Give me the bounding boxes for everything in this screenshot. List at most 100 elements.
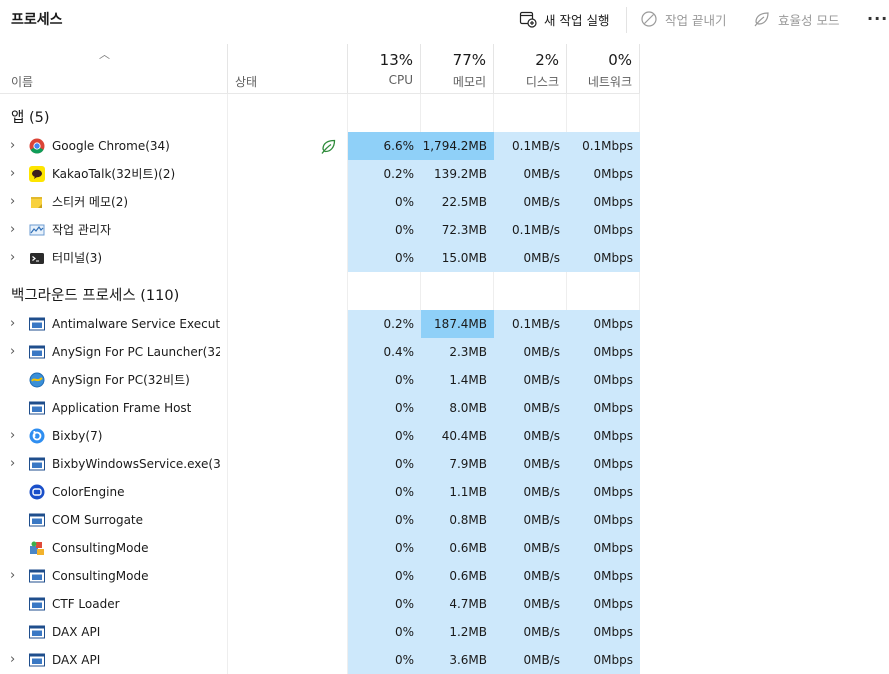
disk-value: 0MB/s: [494, 534, 567, 562]
header-memory-label: 메모리: [452, 75, 486, 89]
efficiency-mode-label: 효율성 모드: [778, 12, 840, 28]
process-name: ConsultingMode: [52, 569, 149, 583]
chevron-right-icon[interactable]: ›: [10, 132, 22, 160]
cpu-value: 0.4%: [348, 338, 421, 366]
network-value: 0.1Mbps: [567, 132, 640, 160]
process-row[interactable]: › ConsultingMode 0% 0.6MB 0MB/s 0Mbps: [0, 562, 640, 590]
consulting-icon: [29, 540, 45, 556]
group-header-apps: 앱 (5): [11, 110, 50, 126]
header-cpu[interactable]: 13% CPU: [348, 44, 421, 94]
chevron-right-icon[interactable]: ›: [10, 244, 22, 272]
process-row[interactable]: Application Frame Host 0% 8.0MB 0MB/s 0Mbps: [0, 394, 640, 422]
process-name: 스티커 메모(2): [52, 195, 129, 209]
new-task-icon: [519, 10, 537, 28]
memory-value: 22.5MB: [421, 188, 494, 216]
process-row[interactable]: › Bixby(7) 0% 40.4MB 0MB/s 0Mbps: [0, 422, 640, 450]
disk-value: 0MB/s: [494, 618, 567, 646]
page-title: 프로세스: [11, 12, 63, 28]
toolbar-divider: [626, 7, 627, 33]
disk-value: 0MB/s: [494, 422, 567, 450]
cpu-value: 0%: [348, 450, 421, 478]
cpu-value: 0.2%: [348, 310, 421, 338]
chevron-right-icon[interactable]: ›: [10, 450, 22, 478]
disk-value: 0MB/s: [494, 394, 567, 422]
disk-value: 0MB/s: [494, 160, 567, 188]
header-disk[interactable]: 2% 디스크: [494, 44, 567, 94]
chevron-right-icon[interactable]: ›: [10, 310, 22, 338]
header-network[interactable]: 0% 네트워크: [567, 44, 640, 94]
network-value: 0Mbps: [567, 338, 640, 366]
new-task-button[interactable]: 새 작업 실행: [519, 8, 609, 30]
header-name[interactable]: ︿ 이름: [0, 44, 228, 94]
chevron-right-icon[interactable]: ›: [10, 422, 22, 450]
column-header: ︿ 이름 상태 13% CPU 77% 메모리 2% 디스크 0% 네트워크: [0, 44, 889, 94]
network-value: 0Mbps: [567, 422, 640, 450]
chevron-right-icon[interactable]: ›: [10, 160, 22, 188]
network-total: 0%: [608, 51, 632, 69]
sort-ascending-icon: ︿: [99, 48, 110, 61]
memory-value: 1.2MB: [421, 618, 494, 646]
process-row[interactable]: › BixbyWindowsService.exe(32... 0%7.9MB0MB…: [0, 450, 640, 478]
disk-value: 0.1MB/s: [494, 216, 567, 244]
disk-value: 0MB/s: [494, 450, 567, 478]
chevron-right-icon[interactable]: ›: [10, 216, 22, 244]
network-value: 0Mbps: [567, 160, 640, 188]
process-name: ColorEngine: [52, 485, 125, 499]
process-row[interactable]: › Antimalware Service Executa... 0.2%187.4…: [0, 310, 640, 338]
group-header-background: 백그라운드 프로세스 (110): [11, 288, 180, 304]
leaf-icon: [753, 10, 771, 28]
disk-total: 2%: [535, 51, 559, 69]
end-task-label: 작업 끝내기: [665, 12, 727, 28]
memory-value: 8.0MB: [421, 394, 494, 422]
process-name: 터미널(3): [52, 251, 103, 265]
disk-value: 0MB/s: [494, 478, 567, 506]
end-task-button[interactable]: 작업 끝내기: [640, 8, 726, 30]
process-row[interactable]: › Google Chrome(34) 6.6% 1,794.2MB 0.1MB/s 0.…: [0, 132, 640, 160]
network-value: 0Mbps: [567, 534, 640, 562]
window-icon: [29, 624, 45, 640]
process-name: Application Frame Host: [52, 401, 192, 415]
efficiency-mode-button[interactable]: 효율성 모드: [753, 8, 839, 30]
process-name: Antimalware Service Executa...: [52, 317, 220, 331]
process-name: Google Chrome(34): [52, 139, 170, 153]
network-value: 0Mbps: [567, 478, 640, 506]
process-row[interactable]: › 터미널(3) 0% 15.0MB 0MB/s 0Mbps: [0, 244, 640, 272]
cpu-value: 0%: [348, 366, 421, 394]
process-row[interactable]: › 스티커 메모(2) 0% 22.5MB 0MB/s 0Mbps: [0, 188, 640, 216]
process-row[interactable]: › DAX API 0% 3.6MB 0MB/s 0Mbps: [0, 646, 640, 674]
window-icon: [29, 512, 45, 528]
network-value: 0Mbps: [567, 646, 640, 674]
cpu-value: 0%: [348, 534, 421, 562]
memory-value: 3.6MB: [421, 646, 494, 674]
process-row[interactable]: CTF Loader 0% 4.7MB 0MB/s 0Mbps: [0, 590, 640, 618]
process-row[interactable]: ColorEngine 0% 1.1MB 0MB/s 0Mbps: [0, 478, 640, 506]
process-row[interactable]: › KakaoTalk(32비트)(2) 0.2% 139.2MB 0MB/s 0Mbps: [0, 160, 640, 188]
process-name: CTF Loader: [52, 597, 120, 611]
chevron-right-icon[interactable]: ›: [10, 562, 22, 590]
window-icon: [29, 316, 45, 332]
process-row[interactable]: AnySign For PC(32비트) 0% 1.4MB 0MB/s 0Mbps: [0, 366, 640, 394]
command-bar: 프로세스 새 작업 실행 작업 끝내기 효율성 모드 ···: [0, 0, 889, 40]
process-row[interactable]: › AnySign For PC Launcher(32... 0.4% 2.3MB 0…: [0, 338, 640, 366]
cpu-value: 0%: [348, 618, 421, 646]
process-name: AnySign For PC Launcher(32...: [52, 345, 220, 359]
chevron-right-icon[interactable]: ›: [10, 646, 22, 674]
chevron-right-icon[interactable]: ›: [10, 188, 22, 216]
disk-value: 0.1MB/s: [494, 132, 567, 160]
process-row[interactable]: DAX API 0% 1.2MB 0MB/s 0Mbps: [0, 618, 640, 646]
header-memory[interactable]: 77% 메모리: [421, 44, 494, 94]
process-row[interactable]: › 작업 관리자 0% 72.3MB 0.1MB/s 0Mbps: [0, 216, 640, 244]
header-status[interactable]: 상태: [228, 44, 348, 94]
cpu-value: 0%: [348, 244, 421, 272]
process-name: KakaoTalk(32비트)(2): [52, 167, 176, 181]
network-value: 0Mbps: [567, 450, 640, 478]
network-value: 0Mbps: [567, 366, 640, 394]
process-row[interactable]: ConsultingMode 0% 0.6MB 0MB/s 0Mbps: [0, 534, 640, 562]
window-icon: [29, 652, 45, 668]
more-options-button[interactable]: ···: [867, 9, 888, 28]
memory-value: 4.7MB: [421, 590, 494, 618]
chevron-right-icon[interactable]: ›: [10, 338, 22, 366]
kakaotalk-icon: [29, 166, 45, 182]
process-row[interactable]: COM Surrogate 0% 0.8MB 0MB/s 0Mbps: [0, 506, 640, 534]
cpu-value: 0%: [348, 478, 421, 506]
